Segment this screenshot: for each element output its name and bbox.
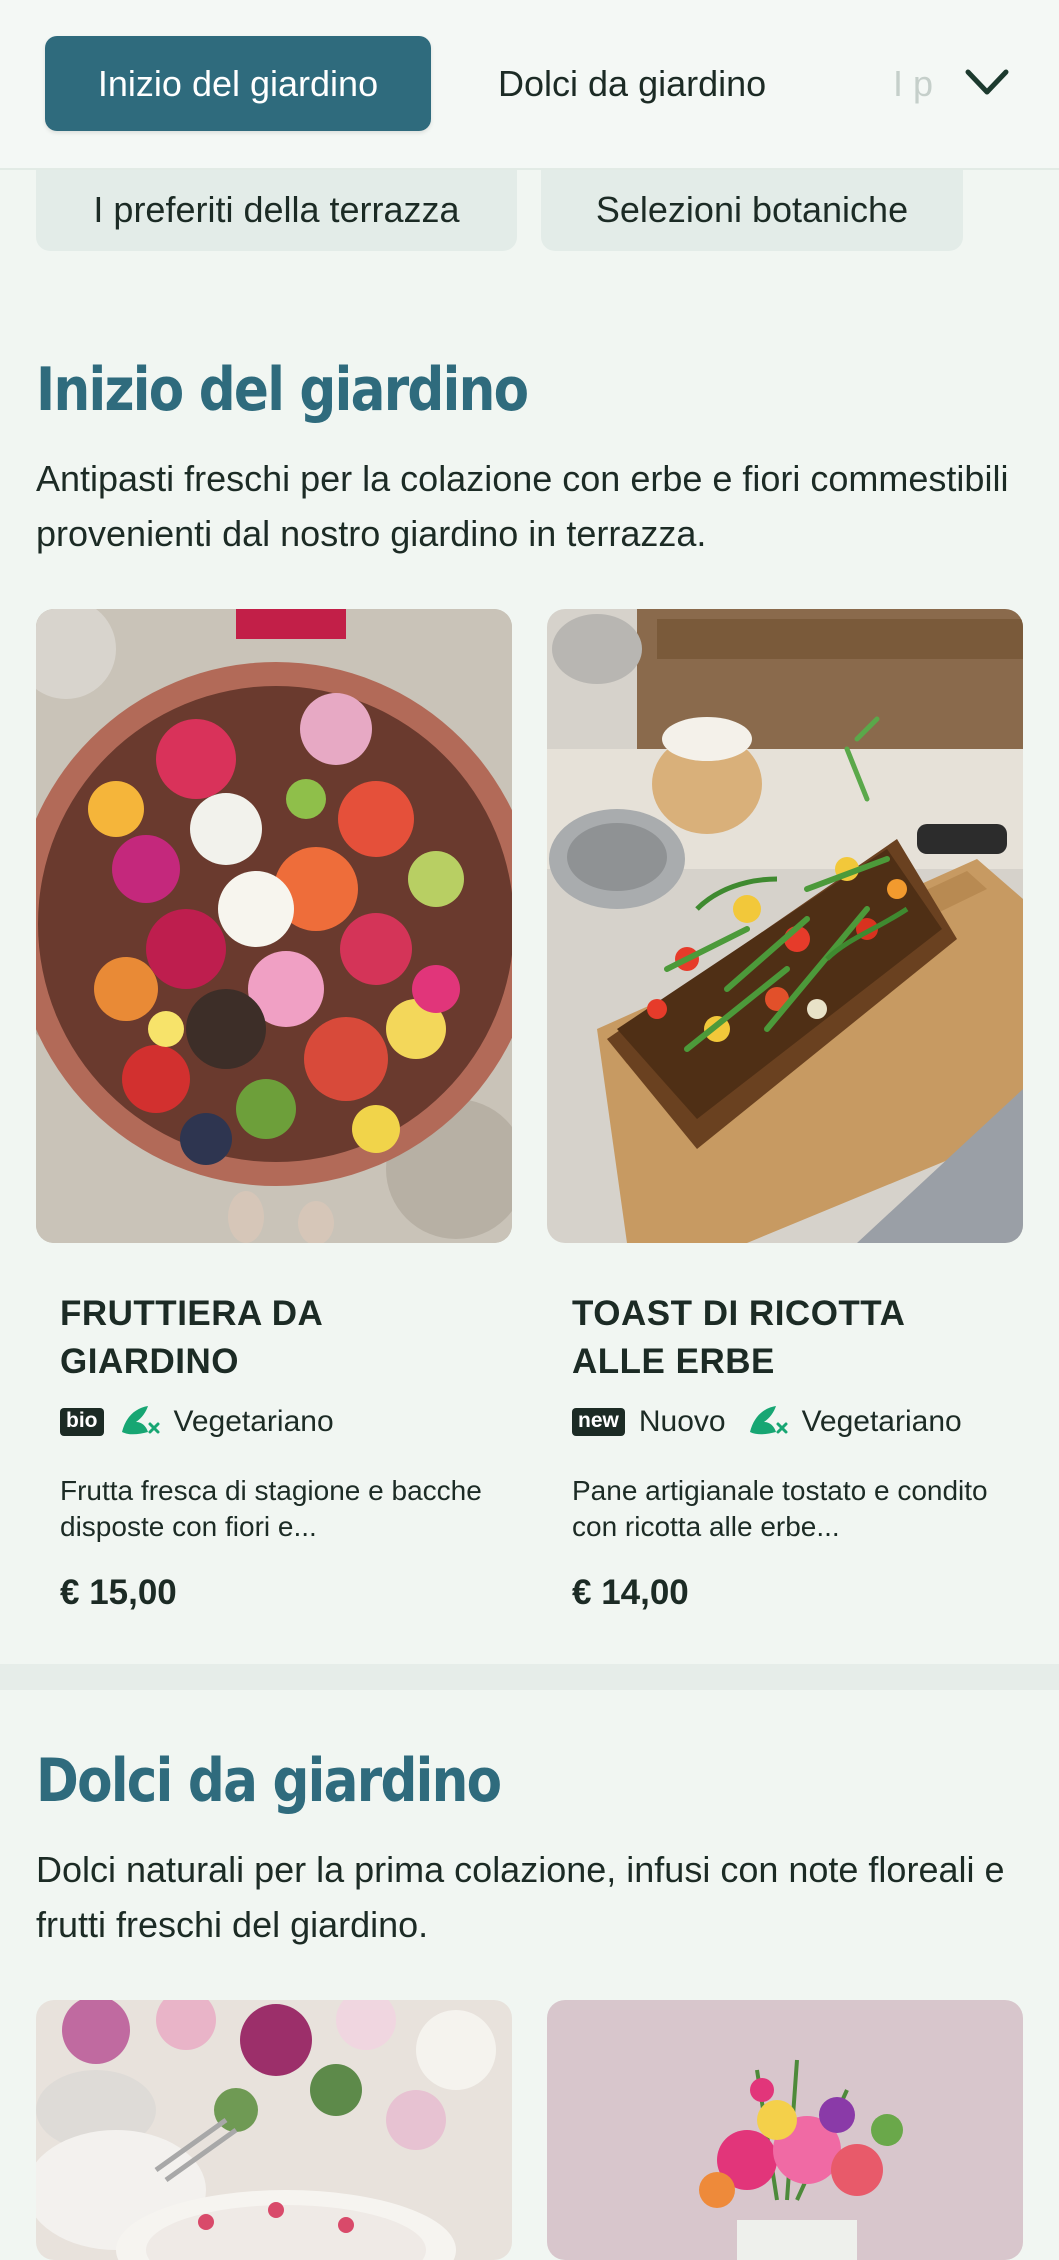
item-description: Pane artigianale tostato e condito con r… [572, 1475, 988, 1542]
vegetarian-label: Vegetariano [801, 1405, 962, 1438]
section-description: Antipasti freschi per la colazione con e… [36, 458, 1009, 554]
item-description: Frutta fresca di stagione e bacche dispo… [60, 1475, 482, 1542]
new-label: Nuovo [638, 1405, 726, 1438]
category-nav-bar: Inizio del giardino Dolci da giardino I … [0, 0, 1059, 170]
tab-inizio-del-giardino[interactable]: Inizio del giardino [45, 36, 431, 131]
new-badge: new [572, 1408, 625, 1436]
ricotta-toast-image[interactable] [547, 609, 1023, 1243]
item-badges: bio Vegetariano [60, 1402, 354, 1442]
item-price: € 14,00 [572, 1573, 689, 1612]
item-price: € 15,00 [60, 1573, 177, 1612]
flower-arrangement-image[interactable] [547, 2000, 1023, 2260]
vegetarian-label: Vegetariano [173, 1405, 334, 1438]
category-subnav: I preferiti della terrazza Selezioni bot… [0, 168, 1059, 254]
section-divider [0, 1664, 1059, 1690]
tab-partial[interactable]: I p [893, 36, 933, 131]
vegetarian-icon [118, 1402, 162, 1442]
section-title: Dolci da giardino [36, 1746, 502, 1816]
bio-badge: bio [60, 1408, 104, 1436]
fruit-bowl-image[interactable] [36, 609, 512, 1243]
section-description: Dolci naturali per la prima colazione, i… [36, 1849, 1005, 1945]
item-title[interactable]: TOAST DI RICOTTA ALLE ERBE [572, 1290, 972, 1386]
chevron-down-icon[interactable] [962, 60, 1012, 106]
item-badges: new Nuovo Vegetariano [572, 1402, 982, 1442]
vegetarian-icon [746, 1402, 790, 1442]
section-title: Inizio del giardino [36, 355, 529, 425]
tab-i-preferiti-della-terrazza[interactable]: I preferiti della terrazza [36, 168, 517, 251]
tab-selezioni-botaniche[interactable]: Selezioni botaniche [541, 168, 963, 251]
tab-dolci-da-giardino[interactable]: Dolci da giardino [498, 36, 766, 131]
floral-table-image[interactable] [36, 2000, 512, 2260]
item-title[interactable]: FRUTTIERA DA GIARDINO [60, 1290, 460, 1386]
